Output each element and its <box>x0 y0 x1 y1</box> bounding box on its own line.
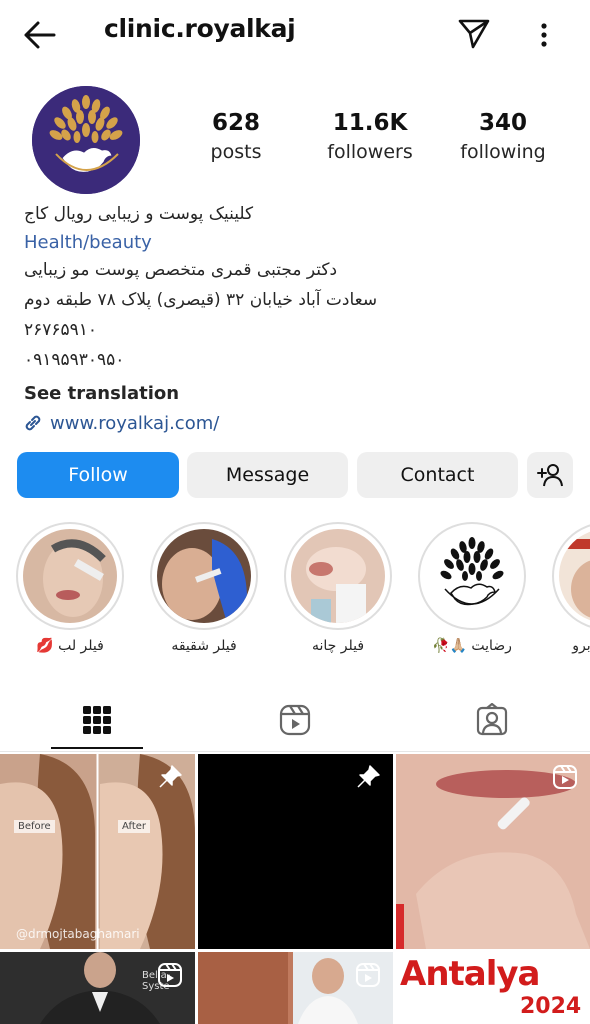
tab-grid[interactable] <box>26 690 168 750</box>
follow-button[interactable]: Follow <box>17 452 179 498</box>
tab-reels[interactable] <box>224 690 366 750</box>
tabs-divider <box>0 751 590 752</box>
profile-category: Health/beauty <box>24 232 152 253</box>
pin-icon <box>159 765 182 788</box>
website-url: www.royalkaj.com/ <box>50 412 220 434</box>
highlight-item[interactable]: فیلر لب 💋 <box>16 522 124 654</box>
share-button[interactable] <box>456 16 492 52</box>
suggest-accounts-button[interactable] <box>527 452 573 498</box>
profile-tabs <box>0 690 590 750</box>
posts-label: posts <box>210 141 262 163</box>
bio-line: سعادت آباد خیابان ۳۲ (قیصری) پلاک ۷۸ طبق… <box>24 290 378 310</box>
post-grid: Before After @drmojtabaghamari Bella-Sys… <box>0 754 590 1024</box>
link-icon <box>25 415 41 431</box>
highlight-cover <box>291 529 385 623</box>
more-options-button[interactable] <box>532 18 556 52</box>
kebab-menu-icon <box>541 23 547 47</box>
reels-icon <box>158 963 182 987</box>
post-thumbnail[interactable]: Bella-Syste <box>0 952 195 1024</box>
followers-label: followers <box>327 141 413 163</box>
highlight-item[interactable]: فیلر شقیقه <box>150 522 258 654</box>
highlight-item[interactable]: فیلر چانه <box>284 522 392 654</box>
highlight-cover <box>559 529 590 623</box>
bio-line: دکتر مجتبی قمری متخصص پوست مو زیبایی <box>24 260 338 280</box>
watermark-text: @drmojtabaghamari <box>16 927 140 941</box>
highlight-cover <box>23 529 117 623</box>
post-thumbnail[interactable] <box>396 754 590 949</box>
tagged-icon <box>476 703 508 736</box>
highlight-label: فیلر چانه <box>311 638 365 654</box>
message-button[interactable]: Message <box>187 452 348 498</box>
profile-display-name: کلینیک پوست و زیبایی رویال کاج <box>24 204 254 224</box>
post-thumbnail[interactable]: Before After @drmojtabaghamari <box>0 754 195 949</box>
reels-icon <box>356 963 380 987</box>
grid-icon <box>83 706 111 734</box>
see-translation-link[interactable]: See translation <box>24 383 179 404</box>
contact-button[interactable]: Contact <box>357 452 518 498</box>
posts-count: 628 <box>211 110 260 136</box>
back-button[interactable] <box>22 18 58 52</box>
pin-icon <box>357 765 380 788</box>
highlight-item[interactable]: رضایت 🙏🏼🥀 <box>418 522 526 654</box>
active-tab-indicator <box>51 747 143 749</box>
highlight-label: فیلر شقیقه <box>171 638 237 654</box>
website-link[interactable]: www.royalkaj.com/ <box>22 411 219 435</box>
post-thumbnail[interactable] <box>198 952 393 1024</box>
bio-phone: ۲۶۷۶۵۹۱۰ <box>24 320 98 340</box>
bio-mobile: ۰۹۱۹۵۹۳۰۹۵۰ <box>24 350 125 370</box>
following-label: following <box>460 141 546 163</box>
highlight-label: ج ابرو <box>572 638 590 654</box>
highlight-cover <box>157 529 251 623</box>
person-add-icon <box>537 464 563 487</box>
followers-count: 11.6K <box>332 110 408 136</box>
highlight-cover <box>425 529 519 623</box>
post-year-text: 2024 <box>520 994 582 1019</box>
following-count: 340 <box>478 110 527 136</box>
before-label: Before <box>14 820 55 833</box>
post-title-text: Antalya <box>400 954 540 994</box>
followers-stat[interactable]: 11.6K followers <box>318 108 422 166</box>
peacock-logo <box>32 86 140 194</box>
paper-plane-icon <box>458 19 490 49</box>
posts-stat[interactable]: 628 posts <box>196 108 276 166</box>
post-thumbnail[interactable]: Antalya 2024 <box>396 952 590 1024</box>
highlight-label: فیلر لب 💋 <box>36 638 104 654</box>
story-highlights: فیلر لب 💋 فیلر شقیقه فیلر چانه رضایت 🙏🏼🥀… <box>0 522 590 662</box>
profile-username: clinic.royalkaj <box>104 14 296 43</box>
arrow-left-icon <box>24 21 56 49</box>
top-bar: clinic.royalkaj <box>0 0 590 68</box>
tab-tagged[interactable] <box>421 690 563 750</box>
following-stat[interactable]: 340 following <box>455 108 551 166</box>
after-label: After <box>118 820 151 833</box>
highlight-item[interactable]: ج ابرو <box>552 522 590 654</box>
profile-avatar[interactable] <box>32 86 140 194</box>
reels-icon <box>279 704 311 736</box>
post-thumbnail[interactable] <box>198 754 393 949</box>
reels-icon <box>553 765 577 789</box>
